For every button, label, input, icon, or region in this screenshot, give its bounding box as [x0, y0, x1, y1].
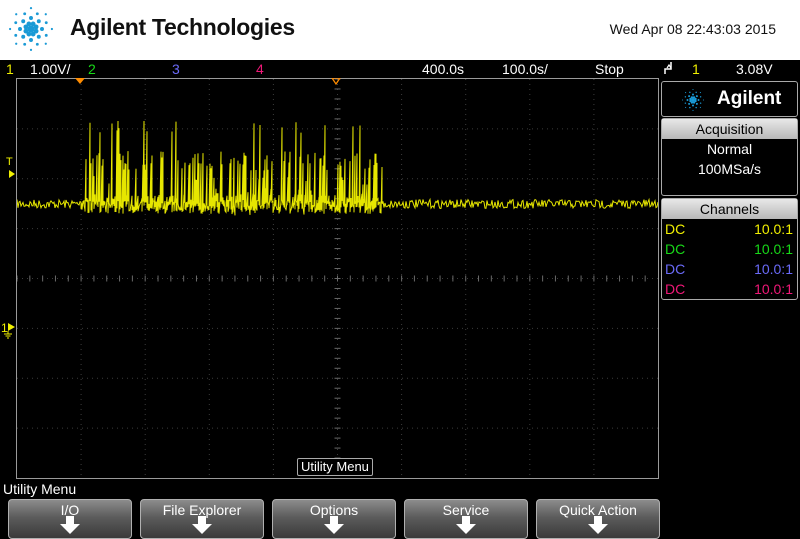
down-arrow-icon: [60, 516, 80, 534]
title-bar: Agilent Technologies Wed Apr 08 22:43:03…: [0, 0, 800, 60]
channel-coupling: DC: [665, 241, 686, 257]
time-delay[interactable]: 400.0s: [422, 60, 464, 78]
menu-title: Utility Menu: [3, 481, 77, 497]
channel-row[interactable]: DC 10.0:1: [662, 219, 797, 239]
waveform-display[interactable]: [17, 79, 658, 478]
softkey-quick-action[interactable]: Quick Action: [536, 499, 660, 539]
softkey-options[interactable]: Options: [272, 499, 396, 539]
trigger-source[interactable]: 1: [692, 60, 700, 78]
status-bar: 1 1.00V/ 2 3 4 400.0s 100.0s/ Stop 1 3.0…: [0, 60, 800, 78]
sample-rate: 100MSa/s: [697, 161, 762, 177]
channel-probe-ratio: 10.0:1: [754, 281, 793, 297]
trigger-edge-icon: [662, 60, 674, 80]
trigger-level-arrow: [9, 170, 15, 178]
channel-row[interactable]: DC 10.0:1: [662, 279, 797, 299]
softkey-file-explorer[interactable]: File Explorer: [140, 499, 264, 539]
channel-4-number[interactable]: 4: [256, 60, 264, 78]
channel-coupling: DC: [665, 261, 686, 277]
channel-coupling: DC: [665, 281, 686, 297]
channel-1-number[interactable]: 1: [6, 60, 14, 78]
date-time: Wed Apr 08 22:43:03 2015: [609, 21, 776, 37]
channel-row[interactable]: DC 10.0:1: [662, 259, 797, 279]
channel-1-scale[interactable]: 1.00V/: [30, 60, 70, 78]
channel-1-trace: [17, 120, 658, 216]
down-arrow-icon: [588, 516, 608, 534]
down-arrow-icon: [192, 516, 212, 534]
channel-row[interactable]: DC 10.0:1: [662, 239, 797, 259]
agilent-spark-small-icon: [682, 89, 704, 111]
marker-strip: T 1: [0, 78, 16, 479]
channel-3-number[interactable]: 3: [172, 60, 180, 78]
trigger-level[interactable]: 3.08V: [736, 60, 773, 78]
channel-probe-ratio: 10.0:1: [754, 261, 793, 277]
trigger-level-marker[interactable]: T: [6, 156, 13, 168]
time-reference-marker: [331, 78, 341, 86]
softkey-io[interactable]: I/O: [8, 499, 132, 539]
channels-panel[interactable]: Channels DC 10.0:1 DC 10.0:1 DC 10.0:1 D…: [661, 198, 798, 300]
run-state[interactable]: Stop: [595, 60, 624, 78]
channel-2-number[interactable]: 2: [88, 60, 96, 78]
ground-icon: [4, 331, 12, 339]
channel-probe-ratio: 10.0:1: [754, 221, 793, 237]
acquisition-title: Acquisition: [662, 119, 797, 139]
channel-coupling: DC: [665, 221, 686, 237]
channels-title: Channels: [662, 199, 797, 219]
panel-brand-text: Agilent: [717, 88, 782, 109]
trigger-position-marker[interactable]: [75, 78, 87, 86]
agilent-spark-icon: [9, 7, 54, 52]
utility-menu-label: Utility Menu: [297, 458, 373, 476]
brand-title: Agilent Technologies: [70, 14, 295, 40]
down-arrow-icon: [324, 516, 344, 534]
channel-probe-ratio: 10.0:1: [754, 241, 793, 257]
acquisition-mode: Normal: [706, 141, 753, 157]
agilent-panel-logo: Agilent: [661, 81, 798, 117]
down-arrow-icon: [456, 516, 476, 534]
softkey-service[interactable]: Service: [404, 499, 528, 539]
acquisition-panel[interactable]: Acquisition Normal 100MSa/s: [661, 118, 798, 196]
time-scale[interactable]: 100.0s/: [502, 60, 548, 78]
